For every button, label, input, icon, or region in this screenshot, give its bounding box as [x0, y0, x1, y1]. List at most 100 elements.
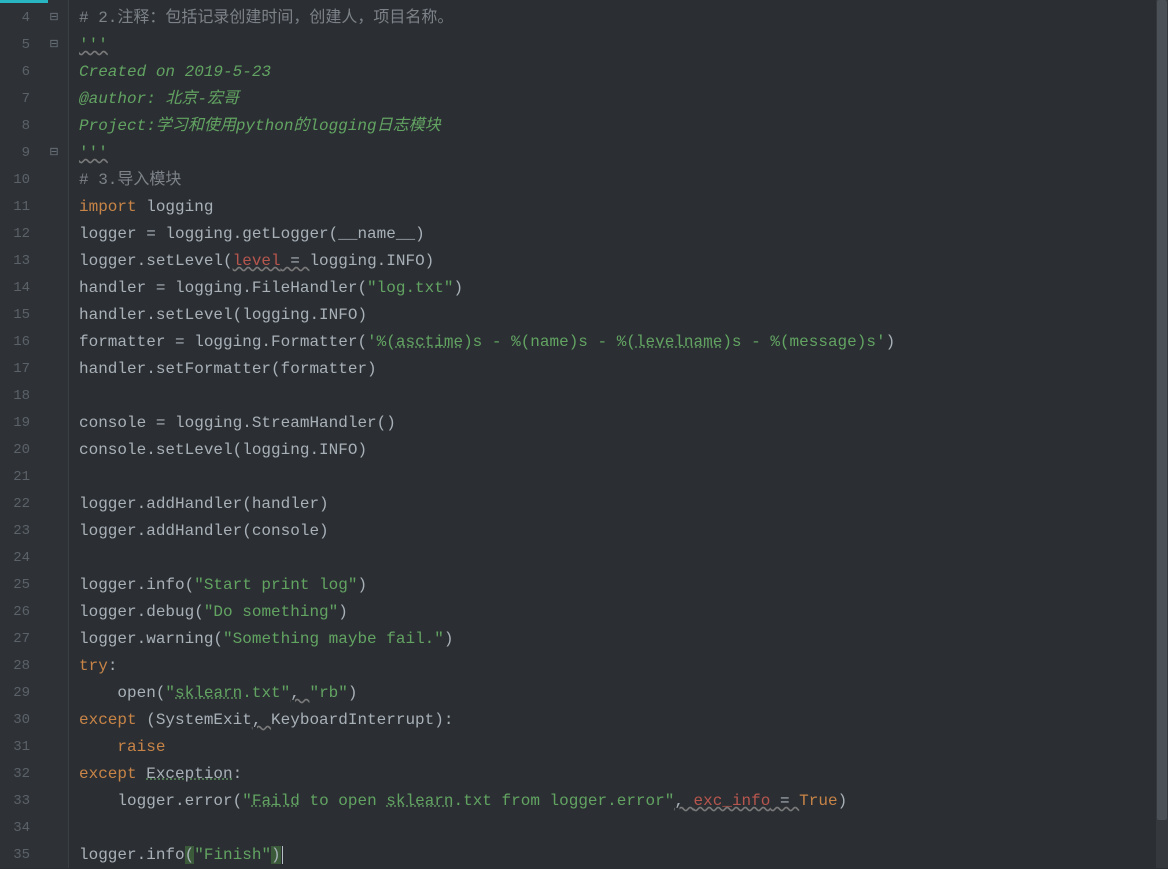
code-line[interactable]: open("sklearn.txt", "rb"): [79, 680, 1168, 707]
line-number[interactable]: 24: [0, 545, 40, 572]
fold-toggle-icon[interactable]: ⊟: [40, 32, 68, 59]
code-line[interactable]: logger.setLevel(level = logging.INFO): [79, 248, 1168, 275]
line-number[interactable]: 4: [0, 5, 40, 32]
code-token: =: [281, 252, 310, 270]
code-line[interactable]: logger.info("Finish"): [79, 842, 1168, 869]
line-number[interactable]: 17: [0, 356, 40, 383]
fold-toggle-icon[interactable]: ⊟: [40, 5, 68, 32]
code-line[interactable]: Created on 2019-5-23: [79, 59, 1168, 86]
code-line[interactable]: console.setLevel(logging.INFO): [79, 437, 1168, 464]
line-number[interactable]: 23: [0, 518, 40, 545]
vertical-scrollbar-thumb[interactable]: [1157, 0, 1167, 820]
code-line[interactable]: ''': [79, 32, 1168, 59]
code-token: ): [415, 225, 425, 243]
fold-empty: [40, 734, 68, 761]
fold-empty: [40, 86, 68, 113]
fold-empty: [40, 329, 68, 356]
code-line[interactable]: # 2.注释：包括记录创建时间，创建人，项目名称。: [79, 5, 1168, 32]
code-token: sklearn: [175, 684, 242, 702]
code-line[interactable]: handler = logging.FileHandler("log.txt"): [79, 275, 1168, 302]
line-number[interactable]: 31: [0, 734, 40, 761]
code-token: logging: [137, 198, 214, 216]
code-token: ): [271, 846, 281, 864]
code-line[interactable]: logger.info("Start print log"): [79, 572, 1168, 599]
code-line[interactable]: @author: 北京-宏哥: [79, 86, 1168, 113]
code-token: ''': [79, 36, 108, 54]
line-number[interactable]: 16: [0, 329, 40, 356]
code-token: =: [770, 792, 799, 810]
line-number[interactable]: 12: [0, 221, 40, 248]
code-line[interactable]: [79, 545, 1168, 572]
fold-empty: [40, 626, 68, 653]
line-number-gutter[interactable]: 4567891011121314151617181920212223242526…: [0, 0, 40, 868]
code-line[interactable]: logger.error("Faild to open sklearn.txt …: [79, 788, 1168, 815]
code-token: Project:学习和使用python的logging日志模块: [79, 117, 441, 135]
line-number[interactable]: 27: [0, 626, 40, 653]
fold-column[interactable]: ⊟⊟⊟: [40, 0, 68, 868]
code-line[interactable]: logger.warning("Something maybe fail."): [79, 626, 1168, 653]
code-line[interactable]: logger.addHandler(console): [79, 518, 1168, 545]
fold-empty: [40, 437, 68, 464]
line-number[interactable]: 33: [0, 788, 40, 815]
code-line[interactable]: handler.setLevel(logging.INFO): [79, 302, 1168, 329]
line-number[interactable]: 25: [0, 572, 40, 599]
code-token: __name__: [338, 225, 415, 243]
code-line[interactable]: import logging: [79, 194, 1168, 221]
line-number[interactable]: 20: [0, 437, 40, 464]
code-line[interactable]: [79, 383, 1168, 410]
code-line[interactable]: raise: [79, 734, 1168, 761]
code-line[interactable]: logger = logging.getLogger(__name__): [79, 221, 1168, 248]
code-line[interactable]: logger.debug("Do something"): [79, 599, 1168, 626]
line-number[interactable]: 35: [0, 842, 40, 869]
code-token: logger.info(: [79, 576, 194, 594]
code-line[interactable]: Project:学习和使用python的logging日志模块: [79, 113, 1168, 140]
code-token: ): [357, 576, 367, 594]
code-line[interactable]: except Exception:: [79, 761, 1168, 788]
line-number[interactable]: 28: [0, 653, 40, 680]
fold-empty: [40, 491, 68, 518]
line-number[interactable]: 21: [0, 464, 40, 491]
code-token: ,: [674, 792, 693, 810]
line-number[interactable]: 26: [0, 599, 40, 626]
code-token: ):: [434, 711, 453, 729]
fold-empty: [40, 545, 68, 572]
code-line[interactable]: [79, 464, 1168, 491]
line-number[interactable]: 15: [0, 302, 40, 329]
code-line[interactable]: # 3.导入模块: [79, 167, 1168, 194]
line-number[interactable]: 11: [0, 194, 40, 221]
line-number[interactable]: 30: [0, 707, 40, 734]
code-token: to open: [300, 792, 386, 810]
line-number[interactable]: 10: [0, 167, 40, 194]
fold-empty: [40, 518, 68, 545]
code-line[interactable]: formatter = logging.Formatter('%(asctime…: [79, 329, 1168, 356]
code-line[interactable]: try:: [79, 653, 1168, 680]
line-number[interactable]: 5: [0, 32, 40, 59]
code-line[interactable]: console = logging.StreamHandler(): [79, 410, 1168, 437]
line-number[interactable]: 19: [0, 410, 40, 437]
code-line[interactable]: [79, 815, 1168, 842]
line-number[interactable]: 7: [0, 86, 40, 113]
line-number[interactable]: 29: [0, 680, 40, 707]
line-number[interactable]: 32: [0, 761, 40, 788]
line-number[interactable]: 6: [0, 59, 40, 86]
code-line[interactable]: handler.setFormatter(formatter): [79, 356, 1168, 383]
code-token: logger.warning(: [79, 630, 223, 648]
vertical-scrollbar-track[interactable]: [1156, 0, 1168, 868]
line-number[interactable]: 34: [0, 815, 40, 842]
line-number[interactable]: 13: [0, 248, 40, 275]
line-number[interactable]: 14: [0, 275, 40, 302]
fold-empty: [40, 815, 68, 842]
code-line[interactable]: except (SystemExit, KeyboardInterrupt):: [79, 707, 1168, 734]
code-area[interactable]: # 2.注释：包括记录创建时间，创建人，项目名称。 ''' Created on 2…: [69, 0, 1168, 868]
code-editor[interactable]: 4567891011121314151617181920212223242526…: [0, 0, 1168, 868]
line-number[interactable]: 18: [0, 383, 40, 410]
line-number[interactable]: 22: [0, 491, 40, 518]
code-line[interactable]: logger.addHandler(handler): [79, 491, 1168, 518]
line-number[interactable]: 9: [0, 140, 40, 167]
fold-empty: [40, 248, 68, 275]
fold-toggle-icon[interactable]: ⊟: [40, 140, 68, 167]
code-line[interactable]: ''': [79, 140, 1168, 167]
code-token: "Do something": [204, 603, 338, 621]
code-token: # 3.导入模块: [79, 171, 181, 189]
line-number[interactable]: 8: [0, 113, 40, 140]
